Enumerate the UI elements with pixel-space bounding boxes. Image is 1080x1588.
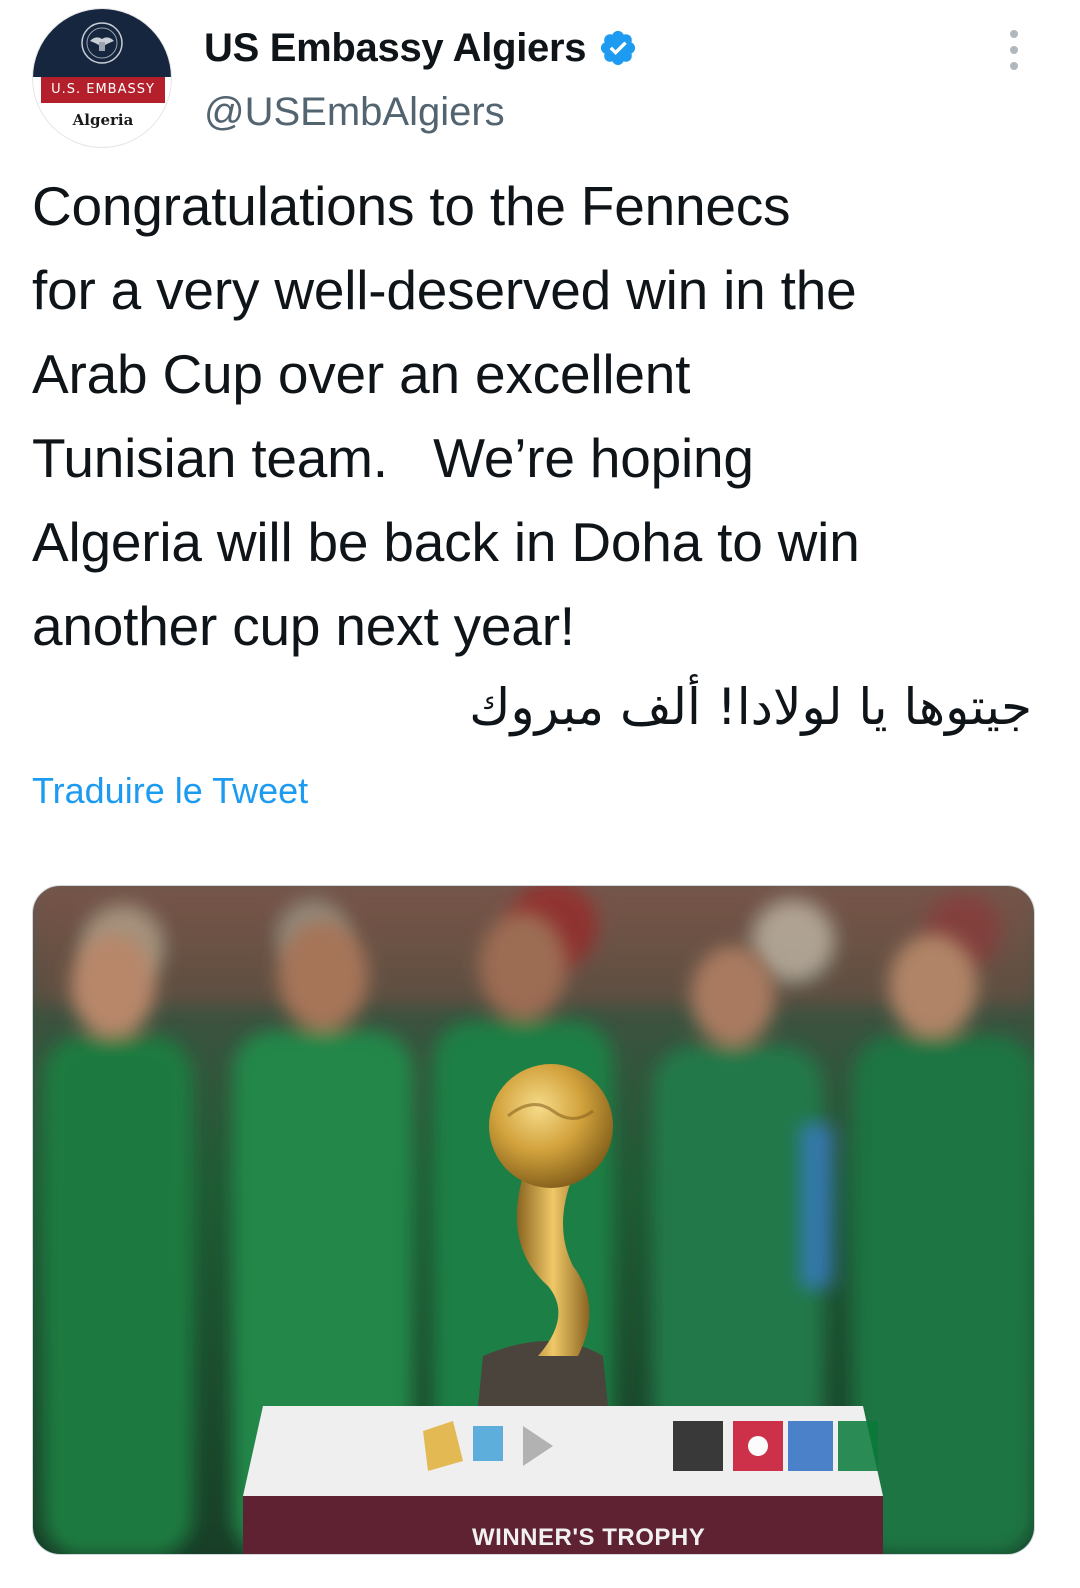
eagle-seal-icon — [81, 22, 123, 64]
verified-badge-icon — [601, 30, 636, 66]
tweet-photo[interactable] — [32, 885, 1035, 1555]
more-dot — [1010, 30, 1018, 38]
avatar-sub-text: Algeria — [72, 111, 134, 129]
display-name[interactable]: US Embassy Algiers — [204, 26, 586, 71]
more-dot — [1010, 46, 1018, 54]
avatar-band-text: U.S. EMBASSY — [41, 77, 165, 103]
trophy-photo-image — [33, 886, 1034, 1554]
tweet-header: U.S. EMBASSY Algeria US Embassy Algiers … — [0, 0, 1080, 150]
trophy-caption: WINNER'S TROPHY — [472, 1524, 706, 1551]
tweet-text: Congratulations to the Fennecs for a ver… — [32, 175, 860, 657]
translate-tweet-link[interactable]: Traduire le Tweet — [32, 770, 308, 812]
more-vertical-icon[interactable] — [1002, 30, 1026, 70]
name-row: US Embassy Algiers — [204, 22, 638, 74]
handle[interactable]: @USEmbAlgiers — [204, 90, 505, 135]
avatar[interactable]: U.S. EMBASSY Algeria — [32, 8, 172, 148]
more-dot — [1010, 62, 1018, 70]
tweet-arabic-text: جيتوها يا لولادا! ألف مبروك — [469, 678, 1032, 736]
